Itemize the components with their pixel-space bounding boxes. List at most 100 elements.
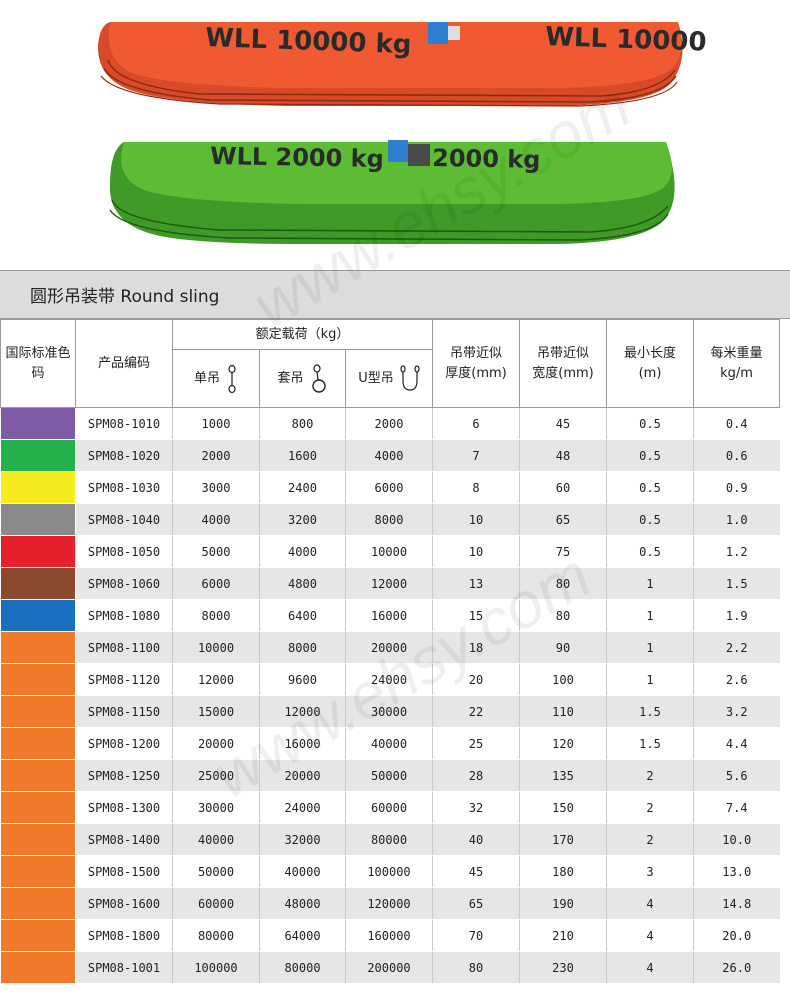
thickness-cell: 10 <box>432 535 520 568</box>
thickness-cell: 65 <box>432 887 520 920</box>
width-cell: 80 <box>519 599 607 632</box>
color-swatch <box>0 599 76 632</box>
basket-load-cell: 40000 <box>345 727 433 760</box>
basket-load-cell: 6000 <box>345 471 433 504</box>
basket-load-cell: 80000 <box>345 823 433 856</box>
choker-lift-icon <box>311 363 326 393</box>
width-cell: 80 <box>519 567 607 600</box>
width-cell: 90 <box>519 631 607 664</box>
min-length-cell: 0.5 <box>606 439 694 472</box>
width-cell: 170 <box>519 823 607 856</box>
thickness-cell: 70 <box>432 919 520 952</box>
product-code-cell: SPM08-1020 <box>75 439 173 472</box>
weight-cell: 5.6 <box>693 759 780 792</box>
weight-cell: 2.2 <box>693 631 780 664</box>
basket-load-cell: 160000 <box>345 919 433 952</box>
basket-load-cell: 60000 <box>345 791 433 824</box>
header-product-code: 产品编码 <box>75 319 173 408</box>
table-row: SPM08-1080 8000 6400 16000 15 80 1 1.9 <box>0 599 780 632</box>
header-single-lift: 单吊 <box>172 349 260 408</box>
color-swatch <box>0 887 76 920</box>
single-load-cell: 15000 <box>172 695 260 728</box>
weight-cell: 7.4 <box>693 791 780 824</box>
width-cell: 75 <box>519 535 607 568</box>
single-load-cell: 4000 <box>172 503 260 536</box>
thickness-cell: 7 <box>432 439 520 472</box>
thickness-cell: 8 <box>432 471 520 504</box>
product-code-cell: SPM08-1030 <box>75 471 173 504</box>
choker-load-cell: 24000 <box>259 791 346 824</box>
table-row: SPM08-1040 4000 3200 8000 10 65 0.5 1.0 <box>0 503 780 536</box>
width-cell: 135 <box>519 759 607 792</box>
min-length-cell: 4 <box>606 887 694 920</box>
weight-cell: 26.0 <box>693 951 780 984</box>
min-length-cell: 1 <box>606 631 694 664</box>
single-load-cell: 50000 <box>172 855 260 888</box>
color-swatch <box>0 759 76 792</box>
choker-load-cell: 16000 <box>259 727 346 760</box>
choker-load-cell: 32000 <box>259 823 346 856</box>
min-length-cell: 2 <box>606 823 694 856</box>
weight-cell: 1.0 <box>693 503 780 536</box>
color-swatch <box>0 791 76 824</box>
single-load-cell: 100000 <box>172 951 260 984</box>
basket-load-cell: 20000 <box>345 631 433 664</box>
choker-load-cell: 20000 <box>259 759 346 792</box>
header-min-length: 最小长度(m) <box>606 319 694 408</box>
weight-cell: 13.0 <box>693 855 780 888</box>
color-swatch <box>0 631 76 664</box>
table-row: SPM08-1400 40000 32000 80000 40 170 2 10.0 <box>0 823 780 856</box>
thickness-cell: 22 <box>432 695 520 728</box>
product-code-cell: SPM08-1150 <box>75 695 173 728</box>
table-row: SPM08-1300 30000 24000 60000 32 150 2 7.4 <box>0 791 780 824</box>
choker-load-cell: 4800 <box>259 567 346 600</box>
color-swatch <box>0 407 76 440</box>
product-code-cell: SPM08-1400 <box>75 823 173 856</box>
weight-cell: 20.0 <box>693 919 780 952</box>
min-length-cell: 2 <box>606 791 694 824</box>
header-rated-load: 额定载荷（kg） <box>172 319 433 350</box>
color-swatch <box>0 823 76 856</box>
thickness-cell: 28 <box>432 759 520 792</box>
thickness-cell: 80 <box>432 951 520 984</box>
table-row: SPM08-1250 25000 20000 50000 28 135 2 5.6 <box>0 759 780 792</box>
single-load-cell: 3000 <box>172 471 260 504</box>
weight-cell: 2.6 <box>693 663 780 696</box>
color-swatch <box>0 855 76 888</box>
width-cell: 65 <box>519 503 607 536</box>
choker-load-cell: 8000 <box>259 631 346 664</box>
table-row: SPM08-1060 6000 4800 12000 13 80 1 1.5 <box>0 567 780 600</box>
basket-load-cell: 100000 <box>345 855 433 888</box>
width-cell: 190 <box>519 887 607 920</box>
color-swatch <box>0 471 76 504</box>
min-length-cell: 0.5 <box>606 503 694 536</box>
single-load-cell: 5000 <box>172 535 260 568</box>
header-weight-per-meter: 每米重量kg/m <box>693 319 780 408</box>
choker-load-cell: 9600 <box>259 663 346 696</box>
basket-load-cell: 10000 <box>345 535 433 568</box>
color-swatch <box>0 535 76 568</box>
choker-load-cell: 40000 <box>259 855 346 888</box>
single-load-cell: 40000 <box>172 823 260 856</box>
basket-load-cell: 16000 <box>345 599 433 632</box>
width-cell: 45 <box>519 407 607 440</box>
min-length-cell: 4 <box>606 951 694 984</box>
sling-bottom-label: WLL 2000 kg <box>210 142 384 173</box>
min-length-cell: 1.5 <box>606 727 694 760</box>
product-code-cell: SPM08-1010 <box>75 407 173 440</box>
single-load-cell: 80000 <box>172 919 260 952</box>
width-cell: 150 <box>519 791 607 824</box>
weight-cell: 1.2 <box>693 535 780 568</box>
single-lift-icon <box>228 364 236 393</box>
color-swatch <box>0 503 76 536</box>
basket-load-cell: 24000 <box>345 663 433 696</box>
table-row: SPM08-1001 100000 80000 200000 80 230 4 26.0 <box>0 951 780 984</box>
product-code-cell: SPM08-1600 <box>75 887 173 920</box>
sling-bottom-label-repeat: 2000 kg <box>432 144 541 174</box>
color-swatch <box>0 919 76 952</box>
product-code-cell: SPM08-1040 <box>75 503 173 536</box>
single-load-cell: 20000 <box>172 727 260 760</box>
choker-load-cell: 80000 <box>259 951 346 984</box>
weight-cell: 0.6 <box>693 439 780 472</box>
header-width: 吊带近似宽度(mm) <box>519 319 607 408</box>
